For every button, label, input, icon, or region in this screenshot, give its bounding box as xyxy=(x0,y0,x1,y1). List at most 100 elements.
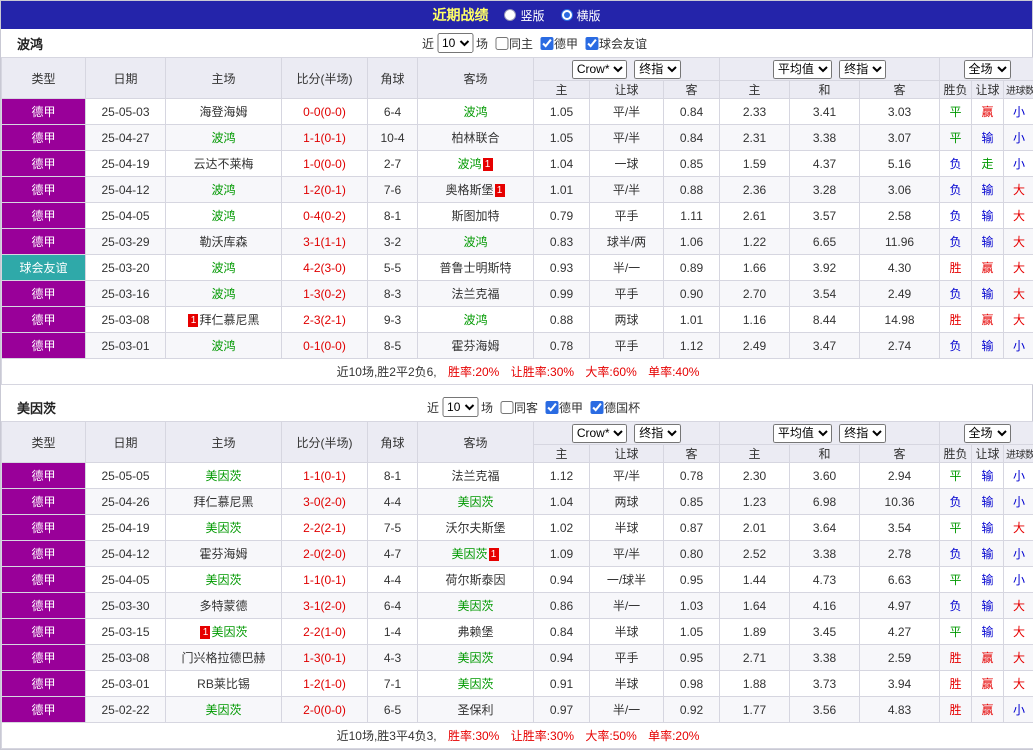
match-date: 25-03-01 xyxy=(86,671,166,697)
team-link[interactable]: 波鸿 xyxy=(211,287,235,301)
same-home-checkbox[interactable] xyxy=(495,37,508,50)
match-type-cell: 德甲 xyxy=(2,697,86,723)
odds-home: 1.04 xyxy=(534,151,590,177)
checkbox-league-bundesliga[interactable]: 德甲 xyxy=(545,399,583,416)
away-team-cell: 波鸿1 xyxy=(418,151,534,177)
home-team-cell: 霍芬海姆 xyxy=(166,541,282,567)
team-link[interactable]: 荷尔斯泰因 xyxy=(445,573,505,587)
checkbox-same-home[interactable]: 同主 xyxy=(495,35,533,52)
result-outcome: 胜 xyxy=(940,671,972,697)
result-handicap: 赢 xyxy=(972,671,1004,697)
avg-type-select[interactable]: 平均值 xyxy=(773,60,832,79)
team-link[interactable]: 霍芬海姆 xyxy=(199,547,247,561)
result-outcome: 负 xyxy=(940,541,972,567)
team-link[interactable]: 法兰克福 xyxy=(451,469,499,483)
odds-home: 0.88 xyxy=(534,307,590,333)
team-link[interactable]: 美因茨 xyxy=(457,651,493,665)
odds-group-header: Crow* 终指 xyxy=(534,422,720,445)
checkbox-same-away[interactable]: 同客 xyxy=(500,399,538,416)
bookmaker-select[interactable]: Crow* xyxy=(572,60,627,79)
team-link[interactable]: 波鸿 xyxy=(463,235,487,249)
team-link[interactable]: 美因茨 xyxy=(205,521,241,535)
team-link[interactable]: RB莱比锡 xyxy=(197,677,250,691)
match-row: 德甲25-04-19美因茨2-2(2-1)7-5沃尔夫斯堡1.02半球0.872… xyxy=(2,515,1033,541)
team-link[interactable]: 波鸿 xyxy=(211,339,235,353)
team-link[interactable]: 拜仁慕尼黑 xyxy=(193,495,253,509)
team-link[interactable]: 圣保利 xyxy=(457,703,493,717)
odds-stage-select[interactable]: 终指 xyxy=(634,424,681,443)
team-link[interactable]: 普鲁士明斯特 xyxy=(439,261,511,275)
sub-header-goals: 进球数 xyxy=(1004,445,1033,463)
match-type-cell: 德甲 xyxy=(2,125,86,151)
odds-handicap: 平/半 xyxy=(590,463,664,489)
corner-cell: 8-1 xyxy=(368,203,418,229)
result-goals: 大 xyxy=(1004,515,1033,541)
team-link[interactable]: 波鸿 xyxy=(211,183,235,197)
checkbox-league-club-friendly[interactable]: 球会友谊 xyxy=(585,35,647,52)
team-link[interactable]: 美因茨 xyxy=(457,677,493,691)
club-friendly-checkbox[interactable] xyxy=(585,37,598,50)
odds-stage-select[interactable]: 终指 xyxy=(634,60,681,79)
checkbox-league-german-cup[interactable]: 德国杯 xyxy=(590,399,640,416)
bundesliga-checkbox[interactable] xyxy=(545,401,558,414)
radio-horizontal-layout[interactable]: 横版 xyxy=(561,7,601,24)
team-link[interactable]: 美因茨 xyxy=(451,547,487,561)
match-date: 25-05-03 xyxy=(86,99,166,125)
result-outcome: 平 xyxy=(940,567,972,593)
team-link[interactable]: 奥格斯堡 xyxy=(445,183,493,197)
sub-header-handicap-result: 让球 xyxy=(972,445,1004,463)
result-goals: 大 xyxy=(1004,619,1033,645)
match-type-cell: 德甲 xyxy=(2,619,86,645)
avg-stage-select[interactable]: 终指 xyxy=(839,424,886,443)
result-outcome: 负 xyxy=(940,203,972,229)
team-link[interactable]: 美因茨 xyxy=(457,495,493,509)
match-scope-select[interactable]: 全场 xyxy=(964,424,1011,443)
team-link[interactable]: 美因茨 xyxy=(211,625,247,639)
team-link[interactable]: 云达不莱梅 xyxy=(193,157,253,171)
odds-away: 0.78 xyxy=(664,463,720,489)
radio-vertical-layout[interactable]: 竖版 xyxy=(504,7,544,24)
german-cup-checkbox[interactable] xyxy=(590,401,603,414)
sub-header-odds-handicap: 让球 xyxy=(590,81,664,99)
team-link[interactable]: 美因茨 xyxy=(205,573,241,587)
away-team-cell: 美因茨 xyxy=(418,645,534,671)
team-link[interactable]: 海登海姆 xyxy=(199,105,247,119)
avg-home: 1.66 xyxy=(720,255,790,281)
odds-away: 1.05 xyxy=(664,619,720,645)
team-link[interactable]: 门兴格拉德巴赫 xyxy=(181,651,265,665)
team-link[interactable]: 美因茨 xyxy=(205,703,241,717)
avg-type-select[interactable]: 平均值 xyxy=(773,424,832,443)
team-link[interactable]: 多特蒙德 xyxy=(199,599,247,613)
result-outcome: 负 xyxy=(940,281,972,307)
team-link[interactable]: 波鸿 xyxy=(211,209,235,223)
team-link[interactable]: 法兰克福 xyxy=(451,287,499,301)
recent-count-select[interactable]: 10 xyxy=(437,33,473,53)
match-type-cell: 德甲 xyxy=(2,567,86,593)
team-link[interactable]: 沃尔夫斯堡 xyxy=(445,521,505,535)
home-team-cell: RB莱比锡 xyxy=(166,671,282,697)
recent-count-select[interactable]: 10 xyxy=(442,397,478,417)
team-link[interactable]: 波鸿 xyxy=(211,261,235,275)
team-link[interactable]: 柏林联合 xyxy=(451,131,499,145)
avg-stage-select[interactable]: 终指 xyxy=(839,60,886,79)
result-goals: 大 xyxy=(1004,203,1033,229)
bookmaker-select[interactable]: Crow* xyxy=(572,424,627,443)
match-date: 25-03-01 xyxy=(86,333,166,359)
team-link[interactable]: 波鸿 xyxy=(457,157,481,171)
red-card-badge: 1 xyxy=(483,158,493,171)
team-link[interactable]: 波鸿 xyxy=(463,313,487,327)
checkbox-league-bundesliga[interactable]: 德甲 xyxy=(540,35,578,52)
match-scope-select[interactable]: 全场 xyxy=(964,60,1011,79)
team-link[interactable]: 美因茨 xyxy=(457,599,493,613)
same-away-checkbox[interactable] xyxy=(500,401,513,414)
team-link[interactable]: 美因茨 xyxy=(205,469,241,483)
team-link[interactable]: 弗赖堡 xyxy=(457,625,493,639)
team-link[interactable]: 霍芬海姆 xyxy=(451,339,499,353)
away-team-cell: 美因茨 xyxy=(418,671,534,697)
team-link[interactable]: 斯图加特 xyxy=(451,209,499,223)
team-link[interactable]: 勒沃库森 xyxy=(199,235,247,249)
team-link[interactable]: 拜仁慕尼黑 xyxy=(199,313,259,327)
team-link[interactable]: 波鸿 xyxy=(211,131,235,145)
team-link[interactable]: 波鸿 xyxy=(463,105,487,119)
bundesliga-checkbox[interactable] xyxy=(540,37,553,50)
